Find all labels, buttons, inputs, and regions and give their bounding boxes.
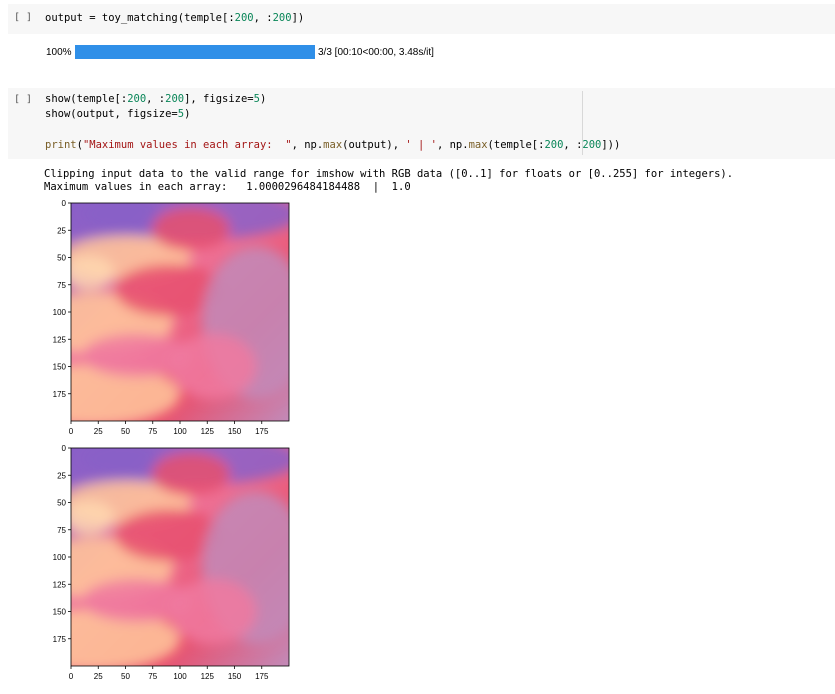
code-token: 200 — [582, 139, 602, 151]
progress-percent: 100% — [46, 47, 72, 58]
y-tick-label: 175 — [53, 635, 67, 644]
code-token: ' | ' — [405, 139, 437, 151]
y-tick-label: 175 — [53, 390, 67, 399]
code-cell-1[interactable]: [ ] output = toy_matching(temple[:200, :… — [8, 4, 835, 34]
y-tick-label: 50 — [57, 499, 66, 508]
code-token: max — [468, 139, 488, 151]
x-tick-label: 25 — [94, 427, 103, 436]
code-line[interactable]: output = toy_matching(temple[:200, :200]… — [45, 11, 304, 26]
code-token: 200 — [165, 93, 185, 105]
code-token: ]) — [291, 12, 305, 24]
y-tick-label: 125 — [53, 580, 67, 589]
code-token: ])) — [601, 139, 621, 151]
ruler-line — [582, 91, 583, 155]
code-token: 200 — [234, 12, 254, 24]
code-token: ], figsize= — [184, 93, 254, 105]
plot-image — [71, 203, 289, 421]
x-tick-label: 50 — [121, 672, 130, 681]
x-tick-label: 0 — [69, 427, 74, 436]
code-token: "Maximum values in each array: " — [82, 139, 292, 151]
code-token: max — [323, 139, 343, 151]
y-tick-label: 75 — [57, 281, 66, 290]
code-token: , : — [253, 12, 273, 24]
progress-status: 3/3 [00:10<00:00, 3.48s/it] — [318, 47, 434, 58]
code-token: , : — [146, 93, 166, 105]
y-tick-label: 75 — [57, 526, 66, 535]
code-token: show(temple[: — [45, 93, 128, 105]
x-tick-label: 100 — [173, 427, 187, 436]
progress-bar-fill — [75, 45, 315, 59]
code-token: ) — [184, 108, 191, 120]
code-token: ) — [259, 93, 267, 105]
code-token: output = toy_matching(temple[: — [45, 12, 235, 24]
code-line[interactable]: show(temple[:200, :200], figsize=5) — [45, 92, 266, 107]
y-tick-label: 25 — [57, 226, 66, 235]
code-token: 200 — [272, 12, 292, 24]
code-token: show(output, figsize= — [45, 108, 178, 120]
y-tick-label: 100 — [53, 553, 67, 562]
x-tick-label: 50 — [121, 427, 130, 436]
output-plot: 0 25 50 75 100 125 150 175 0 25 50 75 100 125 150 175 — [53, 444, 290, 681]
cell-prompt: [ ] — [14, 12, 33, 23]
y-tick-label: 150 — [53, 608, 67, 617]
code-line[interactable]: print("Maximum values in each array: ", … — [45, 138, 620, 153]
y-tick-label: 150 — [53, 363, 67, 372]
x-tick-label: 150 — [228, 427, 242, 436]
progress-bar — [75, 45, 315, 59]
code-token: 200 — [544, 139, 564, 151]
stdout-output: Maximum values in each array: 1.00002964… — [44, 181, 411, 193]
x-tick-label: 75 — [148, 672, 157, 681]
x-tick-label: 175 — [255, 427, 269, 436]
temple-plot: 0 25 50 75 100 125 150 175 0 25 50 75 100 125 150 175 — [53, 199, 290, 436]
code-token: , np. — [436, 139, 469, 151]
code-token: print — [45, 139, 77, 151]
cell-prompt: [ ] — [14, 94, 33, 105]
x-tick-label: 175 — [255, 672, 269, 681]
code-cell-2[interactable]: [ ] show(temple[:200, :200], figsize=5) … — [8, 88, 835, 159]
y-tick-label: 25 — [57, 471, 66, 480]
y-tick-label: 0 — [62, 444, 67, 453]
y-tick-label: 100 — [53, 308, 67, 317]
x-tick-label: 150 — [228, 672, 242, 681]
code-line[interactable]: show(output, figsize=5) — [45, 107, 190, 122]
code-token: 200 — [127, 93, 147, 105]
y-tick-label: 125 — [53, 335, 67, 344]
y-tick-label: 0 — [62, 199, 67, 208]
plot-image — [71, 448, 289, 666]
x-tick-label: 75 — [148, 427, 157, 436]
code-token: (output), — [342, 139, 406, 151]
x-tick-label: 125 — [201, 672, 215, 681]
code-token: (temple[: — [487, 139, 545, 151]
code-token: , : — [563, 139, 583, 151]
x-tick-label: 0 — [69, 672, 74, 681]
y-tick-label: 50 — [57, 254, 66, 263]
x-tick-label: 25 — [94, 672, 103, 681]
x-tick-label: 125 — [201, 427, 215, 436]
x-tick-label: 100 — [173, 672, 187, 681]
code-token: , np. — [291, 139, 324, 151]
stderr-output: Clipping input data to the valid range f… — [44, 168, 734, 180]
